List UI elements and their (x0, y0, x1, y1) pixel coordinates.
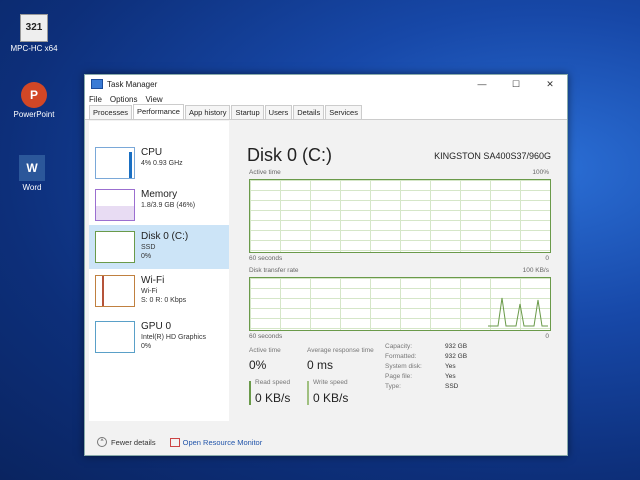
disk-thumbnail-graph (95, 231, 135, 263)
mpc-hc-icon: 321 (20, 14, 48, 42)
resource-monitor-icon (169, 437, 180, 447)
resource-name: Wi-Fi (141, 275, 165, 286)
property-row: Type: SSD (385, 383, 459, 390)
transfer-rate-graph (249, 277, 551, 331)
write-speed-label: Write speed (313, 379, 348, 386)
property-row: Formatted: 932 GB (385, 353, 468, 360)
menu-file[interactable]: File (89, 95, 102, 104)
response-time-stat-value: 0 ms (307, 358, 334, 372)
active-time-graph-timespan: 60 seconds (249, 255, 283, 262)
resource-item-disk[interactable]: Disk 0 (C:) SSD 0% (89, 225, 229, 269)
resource-item-wifi[interactable]: Wi-Fi Wi-Fi S: 0 R: 0 Kbps (89, 269, 229, 313)
title-bar[interactable]: Task Manager — ☐ ✕ (85, 75, 567, 93)
write-speed-value: 0 KB/s (313, 391, 349, 405)
tab-app-history[interactable]: App history (184, 105, 231, 119)
open-resource-monitor-link[interactable]: Open Resource Monitor (169, 437, 263, 447)
transfer-rate-graph-max: 100 KB/s (522, 267, 549, 274)
read-speed-label: Read speed (255, 379, 291, 386)
powerpoint-icon: P (21, 82, 47, 108)
tab-startup[interactable]: Startup (231, 105, 264, 119)
fewer-details-link[interactable]: Fewer details (111, 438, 156, 447)
property-row: System disk: Yes (385, 363, 456, 370)
disk-model: KINGSTON SA400S37/960G (434, 151, 551, 161)
task-manager-window: Task Manager — ☐ ✕ File Options View Pro… (84, 74, 568, 456)
read-speed-indicator (249, 381, 251, 405)
task-manager-icon (91, 79, 103, 89)
desktop-icon-powerpoint[interactable]: P PowerPoint (2, 82, 66, 119)
resource-detail: 4% 0.93 GHz (141, 160, 183, 167)
tab-processes[interactable]: Processes (89, 105, 133, 119)
resource-usage: S: 0 R: 0 Kbps (141, 297, 187, 304)
close-button[interactable]: ✕ (533, 79, 567, 90)
response-time-stat-label: Average response time (307, 347, 374, 354)
active-time-graph-label: Active time (249, 169, 281, 176)
active-time-graph-min: 0 (545, 255, 549, 262)
tab-strip: Processes Performance App history Startu… (85, 104, 567, 120)
cpu-thumbnail-graph (95, 147, 135, 179)
property-row: Capacity: 932 GB (385, 343, 468, 350)
resource-detail: Wi-Fi (141, 288, 158, 295)
desktop-icon-label: PowerPoint (13, 110, 55, 119)
desktop-icon-word[interactable]: W Word (0, 155, 64, 192)
desktop-icon-label: MPC-HC x64 (10, 44, 58, 53)
active-time-graph (249, 179, 551, 253)
transfer-rate-graph-label: Disk transfer rate (249, 267, 299, 274)
minimize-button[interactable]: — (465, 79, 499, 89)
open-resource-monitor-label: Open Resource Monitor (182, 437, 263, 447)
desktop-icon-label: Word (22, 183, 42, 192)
transfer-rate-spark (488, 297, 548, 327)
resource-item-gpu[interactable]: GPU 0 Intel(R) HD Graphics 0% (89, 315, 229, 359)
disk-properties: Capacity: 932 GB Formatted: 932 GB System … (385, 343, 467, 393)
property-row: Page file: Yes (385, 373, 456, 380)
word-icon: W (19, 155, 45, 181)
wifi-thumbnail-graph (95, 275, 135, 307)
resource-item-cpu[interactable]: CPU 4% 0.93 GHz (89, 141, 229, 185)
transfer-rate-graph-min: 0 (545, 333, 549, 340)
disk-detail-pane: Disk 0 (C:) KINGSTON SA400S37/960G Activ… (245, 121, 561, 421)
menu-options[interactable]: Options (110, 95, 138, 104)
transfer-rate-graph-timespan: 60 seconds (249, 333, 283, 340)
desktop-icon-mpc-hc[interactable]: 321 MPC-HC x64 (2, 14, 66, 53)
resource-list: CPU 4% 0.93 GHz Memory 1.8/3.9 GB (46%) … (89, 121, 229, 421)
resource-name: CPU (141, 147, 163, 158)
gpu-thumbnail-graph (95, 321, 135, 353)
active-time-stat-value: 0% (249, 358, 267, 372)
resource-detail: 1.8/3.9 GB (46%) (141, 202, 196, 209)
resource-usage: 0% (141, 253, 152, 260)
read-speed-value: 0 KB/s (255, 391, 291, 405)
detail-title: Disk 0 (C:) (247, 145, 332, 165)
resource-item-memory[interactable]: Memory 1.8/3.9 GB (46%) (89, 183, 229, 227)
active-time-graph-max: 100% (532, 169, 549, 176)
tab-performance[interactable]: Performance (133, 104, 184, 119)
tab-users[interactable]: Users (264, 105, 293, 119)
resource-usage: 0% (141, 343, 152, 350)
tab-services[interactable]: Services (325, 105, 362, 119)
resource-name: Memory (141, 189, 178, 200)
resource-name: Disk 0 (C:) (141, 231, 189, 242)
write-speed-indicator (307, 381, 309, 405)
active-time-stat-label: Active time (249, 347, 281, 354)
footer-bar: ^ Fewer details Open Resource Monitor (97, 437, 262, 447)
chevron-up-icon[interactable]: ^ (97, 437, 107, 447)
menu-view[interactable]: View (145, 95, 162, 104)
window-title: Task Manager (107, 79, 158, 89)
memory-thumbnail-graph (95, 189, 135, 221)
resource-name: GPU 0 (141, 321, 172, 332)
maximize-button[interactable]: ☐ (499, 79, 533, 90)
resource-detail: SSD (141, 244, 156, 251)
resource-detail: Intel(R) HD Graphics (141, 334, 206, 341)
tab-details[interactable]: Details (293, 105, 325, 119)
